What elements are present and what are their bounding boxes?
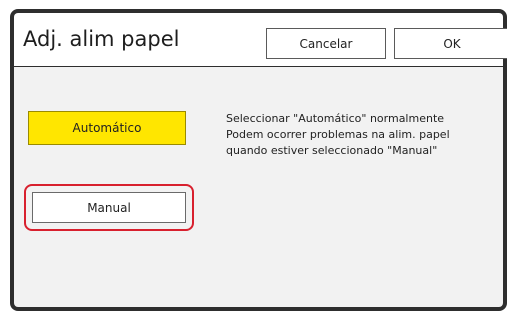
dialog-title: Adj. alim papel xyxy=(23,27,180,51)
info-line-2: Podem ocorrer problemas na alim. papel xyxy=(226,128,450,141)
ok-button[interactable]: OK xyxy=(394,28,507,59)
info-text: Seleccionar "Automático" normalmente Pod… xyxy=(226,111,496,159)
automatic-button[interactable]: Automático xyxy=(28,111,186,145)
info-line-1: Seleccionar "Automático" normalmente xyxy=(226,112,445,125)
dialog-body: Automático Manual Seleccionar "Automátic… xyxy=(14,67,503,307)
dialog-header: Adj. alim papel Cancelar OK xyxy=(14,13,507,66)
cancel-button[interactable]: Cancelar xyxy=(266,28,386,59)
manual-button[interactable]: Manual xyxy=(32,192,186,223)
info-line-3: quando estiver seleccionado "Manual" xyxy=(226,144,438,157)
dialog-frame: Adj. alim papel Cancelar OK Automático M… xyxy=(10,9,507,311)
